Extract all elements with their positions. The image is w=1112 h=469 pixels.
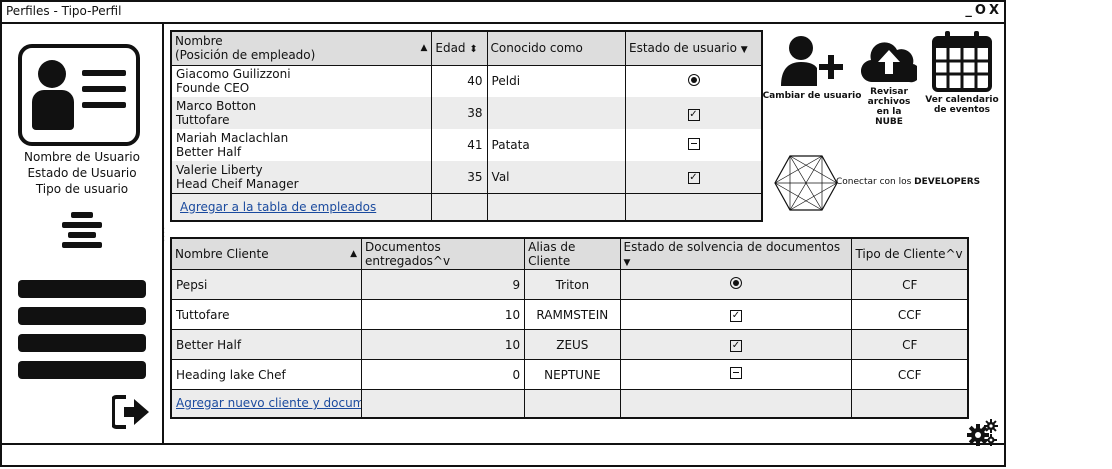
table-row[interactable]: Better Half 10 ZEUS ✓ CF — [170, 329, 969, 360]
column-header-status[interactable]: Estado de usuario ▼ — [625, 30, 763, 66]
checkbox-indeterminate-icon[interactable] — [687, 137, 700, 150]
user-status-label: Estado de Usuario — [27, 166, 137, 180]
close-button[interactable]: X — [989, 3, 1000, 18]
user-info: Nombre de Usuario Estado de Usuario Tipo… — [2, 149, 162, 197]
column-header-client-alias[interactable]: Alias de Cliente — [524, 237, 621, 270]
calendar-icon — [932, 31, 992, 92]
table-row[interactable]: Giacomo Guilizzoni Founde CEO 40 Peldi — [170, 65, 763, 97]
menu-button-2[interactable] — [18, 307, 146, 325]
sidebar: Nombre de Usuario Estado de Usuario Tipo… — [2, 22, 164, 445]
add-client-link[interactable]: Agregar nuevo cliente y documentos — [176, 396, 361, 410]
employees-table: Nombre (Posición de empleado) ▲ Edad ⬍ C… — [170, 30, 763, 222]
user-type-label: Tipo de usuario — [35, 182, 129, 196]
cloud-upload-action[interactable]: Revisar archivos en la NUBE — [858, 34, 921, 127]
connect-developers-label[interactable]: Conectar con los DEVELOPERS — [836, 177, 980, 187]
status-bar — [2, 443, 1004, 465]
table-row[interactable]: Tuttofare 10 RAMMSTEIN ✓ CCF — [170, 299, 969, 330]
checkbox-indeterminate-icon[interactable] — [729, 367, 742, 379]
sort-desc-icon[interactable]: ▼ — [624, 258, 631, 268]
change-user-action[interactable]: Cambiar de usuario — [762, 34, 862, 101]
logout-icon[interactable] — [111, 394, 152, 433]
splitter-grip[interactable]: · · · · — [162, 225, 168, 247]
clients-table: Nombre Cliente ▲ Documentos entregados^v… — [170, 237, 969, 419]
table-row[interactable]: Mariah Maclachlan Better Half 41 Patata — [170, 129, 763, 161]
table-row[interactable]: Pepsi 9 Triton CF — [170, 269, 969, 300]
minimize-button[interactable]: _ — [965, 3, 973, 18]
cloud-upload-icon — [860, 42, 921, 83]
menu-button-1[interactable] — [18, 280, 146, 298]
table-row[interactable]: Marco Botton Tuttofare 38 ✓ — [170, 97, 763, 129]
add-employee-link[interactable]: Agregar a la tabla de empleados — [180, 200, 376, 214]
user-name-label: Nombre de Usuario — [24, 150, 140, 164]
column-header-name[interactable]: Nombre (Posición de empleado) ▲ — [170, 30, 433, 66]
maximize-button[interactable]: O — [975, 3, 987, 18]
calendar-action[interactable]: Ver calendario de eventos — [924, 30, 1000, 115]
column-header-client-name[interactable]: Nombre Cliente ▲ — [170, 237, 362, 270]
column-header-age[interactable]: Edad ⬍ — [431, 30, 488, 66]
checkbox-checked-icon[interactable]: ✓ — [729, 310, 742, 322]
menu-button-3[interactable] — [18, 334, 146, 352]
sort-desc-icon[interactable]: ▼ — [741, 45, 748, 55]
settings-gears-icon[interactable] — [966, 419, 1000, 450]
add-user-icon — [781, 36, 843, 86]
table-row[interactable]: Heading lake Chef 0 NEPTUNE CCF — [170, 359, 969, 390]
checkbox-checked-icon[interactable]: ✓ — [687, 172, 700, 185]
network-hexagon-icon[interactable] — [774, 154, 838, 215]
column-header-solvency[interactable]: Estado de solvencia de documentos ▼ — [619, 237, 853, 270]
menu-button-4[interactable] — [18, 361, 146, 379]
table-row[interactable]: Valerie Liberty Head Cheif Manager 35 Val… — [170, 161, 763, 193]
checkbox-checked-icon[interactable]: ✓ — [687, 108, 700, 121]
column-header-known-as[interactable]: Conocido como — [486, 30, 627, 66]
window-controls: _ O X — [963, 3, 1000, 18]
column-header-docs[interactable]: Documentos entregados^v — [360, 237, 526, 270]
radio-selected-icon[interactable] — [687, 73, 700, 86]
title-bar: Perfiles - Tipo-Perfil _ O X — [2, 2, 1004, 24]
column-header-client-type[interactable]: Tipo de Cliente^v — [851, 237, 969, 270]
window-title: Perfiles - Tipo-Perfil — [6, 4, 122, 18]
user-card-icon — [18, 44, 140, 146]
sort-asc-icon[interactable]: ▲ — [420, 43, 427, 53]
sort-both-icon[interactable]: ⬍ — [469, 44, 477, 55]
checkbox-checked-icon[interactable]: ✓ — [729, 340, 742, 352]
radio-selected-icon[interactable] — [729, 277, 742, 289]
sort-asc-icon[interactable]: ▲ — [350, 249, 357, 259]
